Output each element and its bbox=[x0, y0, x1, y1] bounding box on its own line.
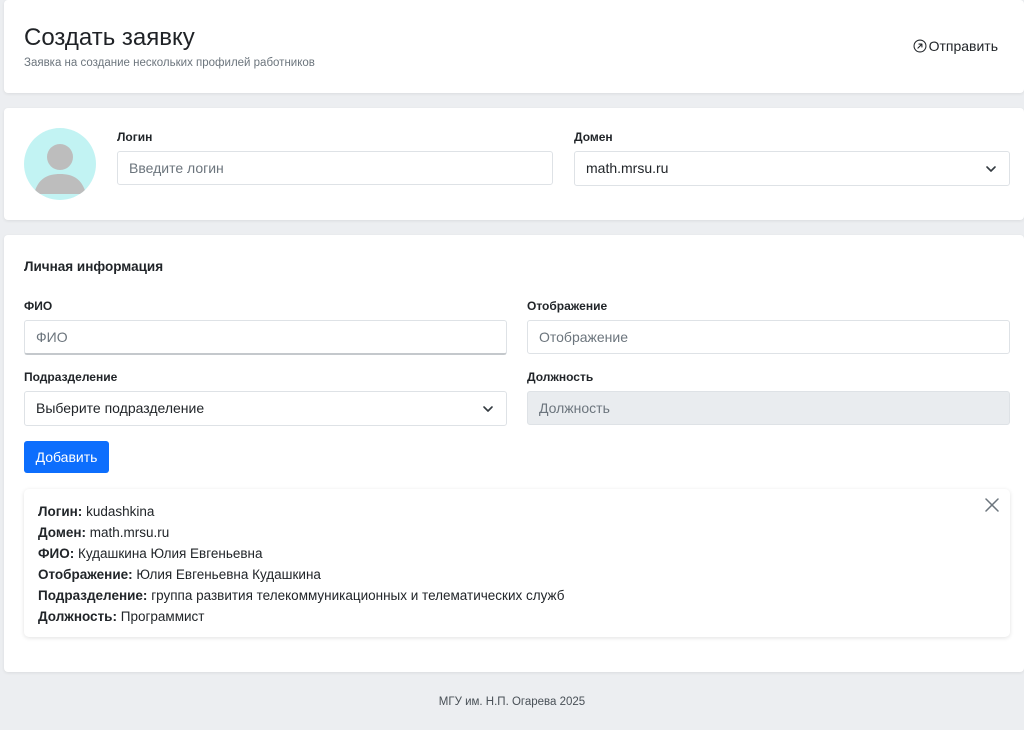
chevron-down-icon bbox=[986, 166, 996, 172]
login-label: Логин bbox=[117, 130, 153, 144]
entry-position-key: Должность: bbox=[38, 609, 117, 624]
personal-info-card: Личная информация ФИО ФИО Отображение От… bbox=[4, 235, 1024, 672]
entry-position-value: Программист bbox=[120, 609, 205, 624]
entry-domain-key: Домен: bbox=[38, 525, 86, 540]
entry-display: Отображение: Юлия Евгеньевна Кудашкина bbox=[38, 567, 321, 582]
entry-fio-value: Кудашкина Юлия Евгеньевна bbox=[78, 546, 263, 561]
domain-select-value: math.mrsu.ru bbox=[586, 160, 669, 176]
entry-domain-value: math.mrsu.ru bbox=[89, 525, 170, 540]
entry-display-key: Отображение: bbox=[38, 567, 133, 582]
add-button[interactable]: Добавить bbox=[24, 441, 109, 473]
entry-login-value: kudashkina bbox=[86, 504, 155, 519]
page-subtitle: Заявка на создание нескольких профилей р… bbox=[24, 57, 315, 69]
domain-label: Домен bbox=[574, 130, 613, 144]
send-button[interactable]: Отправить bbox=[913, 38, 998, 54]
display-input[interactable]: Отображение bbox=[527, 320, 1010, 354]
account-card: Логин Введите логин Домен math.mrsu.ru bbox=[4, 108, 1024, 220]
employee-entry-card: Логин: kudashkina Домен: math.mrsu.ru ФИ… bbox=[24, 489, 1010, 637]
user-avatar-icon bbox=[24, 128, 96, 200]
footer-text: МГУ им. Н.П. Огарева 2025 bbox=[438, 696, 586, 708]
position-input: Должность bbox=[527, 391, 1010, 425]
section-title: Личная информация bbox=[24, 259, 164, 274]
entry-fio: ФИО: Кудашкина Юлия Евгеньевна bbox=[38, 546, 263, 561]
chevron-down-icon bbox=[483, 406, 493, 412]
fio-input[interactable]: ФИО bbox=[24, 320, 507, 355]
login-input[interactable]: Введите логин bbox=[117, 151, 553, 185]
entry-department-key: Подразделение: bbox=[38, 588, 148, 603]
entry-login-key: Логин: bbox=[38, 504, 83, 519]
department-label: Подразделение bbox=[24, 370, 118, 384]
entry-department: Подразделение: группа развития телекомму… bbox=[38, 588, 564, 603]
display-label: Отображение bbox=[527, 299, 608, 313]
entry-fio-key: ФИО: bbox=[38, 546, 75, 561]
page-title: Создать заявку bbox=[24, 24, 195, 51]
fio-label: ФИО bbox=[24, 299, 53, 313]
entry-position: Должность: Программист bbox=[38, 609, 204, 624]
send-button-label: Отправить bbox=[928, 38, 998, 54]
close-icon[interactable] bbox=[984, 497, 1000, 513]
entry-domain: Домен: math.mrsu.ru bbox=[38, 525, 169, 540]
position-label: Должность bbox=[527, 370, 594, 384]
domain-select[interactable]: math.mrsu.ru bbox=[574, 151, 1010, 186]
department-select[interactable]: Выберите подразделение bbox=[24, 391, 507, 426]
header-card: Создать заявку Заявка на создание нескол… bbox=[4, 0, 1024, 93]
entry-department-value: группа развития телекоммуникационных и т… bbox=[151, 588, 565, 603]
entry-display-value: Юлия Евгеньевна Кудашкина bbox=[136, 567, 321, 582]
department-select-value: Выберите подразделение bbox=[36, 400, 205, 416]
entry-login: Логин: kudashkina bbox=[38, 504, 154, 519]
arrow-up-right-circle-icon bbox=[913, 39, 927, 53]
